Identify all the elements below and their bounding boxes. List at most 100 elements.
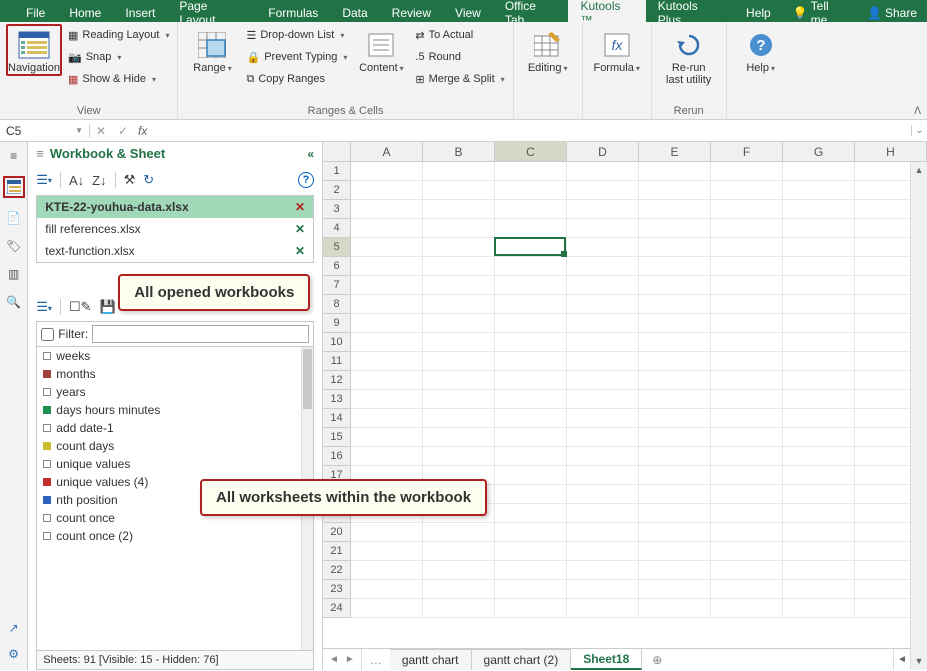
column-header[interactable]: B (423, 142, 495, 161)
tell-me-tab[interactable]: 💡Tell me (783, 0, 857, 22)
filter-input[interactable] (92, 325, 309, 343)
show-hide-button[interactable]: ▦Show & Hide (66, 68, 171, 90)
cell[interactable] (711, 390, 783, 409)
worksheet-item[interactable]: months (37, 365, 301, 383)
row-header[interactable]: 22 (323, 561, 351, 580)
menu-tab-kutools-[interactable]: Kutools ™ (568, 0, 645, 22)
cell[interactable] (783, 409, 855, 428)
cell[interactable] (567, 561, 639, 580)
workbook-item[interactable]: KTE-22-youhua-data.xlsx✕ (37, 196, 313, 218)
rail-burger-icon[interactable]: ≡ (5, 148, 23, 164)
cell[interactable] (567, 447, 639, 466)
cell[interactable] (351, 599, 423, 618)
cell[interactable] (639, 162, 711, 181)
cell[interactable] (567, 542, 639, 561)
worksheet-item[interactable]: years (37, 383, 301, 401)
cell[interactable] (711, 295, 783, 314)
cell[interactable] (783, 390, 855, 409)
cell[interactable] (351, 542, 423, 561)
cell[interactable] (711, 599, 783, 618)
cell[interactable] (567, 238, 639, 257)
cell[interactable] (495, 542, 567, 561)
row-header[interactable]: 2 (323, 181, 351, 200)
navigation-button[interactable]: Navigation (6, 24, 62, 76)
cell[interactable] (783, 295, 855, 314)
sheet-overflow-dots[interactable]: … (362, 649, 390, 670)
cell[interactable] (567, 466, 639, 485)
row-header[interactable]: 14 (323, 409, 351, 428)
cell[interactable] (711, 238, 783, 257)
ws-save-button[interactable]: 💾 (99, 299, 115, 315)
formula-bar-expand[interactable]: ⌄ (911, 125, 927, 136)
cell[interactable] (567, 181, 639, 200)
row-header[interactable]: 13 (323, 390, 351, 409)
cell[interactable] (423, 371, 495, 390)
cell[interactable] (495, 523, 567, 542)
cell[interactable] (711, 485, 783, 504)
sheet-nav-next[interactable]: ► (345, 654, 355, 665)
cell[interactable] (423, 238, 495, 257)
cell[interactable] (639, 428, 711, 447)
column-header[interactable]: A (351, 142, 423, 161)
menu-tab-kutools-plus[interactable]: Kutools Plus (646, 0, 734, 22)
scroll-down-button[interactable]: ▼ (911, 653, 927, 670)
cell[interactable] (423, 352, 495, 371)
cell[interactable] (495, 580, 567, 599)
row-header[interactable]: 8 (323, 295, 351, 314)
menu-tab-view[interactable]: View (443, 0, 493, 22)
cell[interactable] (567, 599, 639, 618)
cell[interactable] (423, 276, 495, 295)
cell[interactable] (711, 219, 783, 238)
cell[interactable] (639, 219, 711, 238)
row-header[interactable]: 21 (323, 542, 351, 561)
refresh-button[interactable]: ↻ (143, 172, 154, 188)
cell[interactable] (351, 200, 423, 219)
add-sheet-button[interactable]: ⊕ (642, 649, 672, 670)
select-all-triangle[interactable] (323, 142, 351, 161)
cell[interactable] (495, 352, 567, 371)
cell[interactable] (567, 200, 639, 219)
cell[interactable] (783, 542, 855, 561)
row-header[interactable]: 4 (323, 219, 351, 238)
row-header[interactable]: 5 (323, 238, 351, 257)
cell[interactable] (495, 333, 567, 352)
cell[interactable] (495, 409, 567, 428)
cell[interactable] (423, 219, 495, 238)
rail-popout-icon[interactable]: ↗ (5, 620, 23, 636)
cell[interactable] (711, 428, 783, 447)
cell[interactable] (639, 257, 711, 276)
cell[interactable] (567, 409, 639, 428)
row-header[interactable]: 15 (323, 428, 351, 447)
cell[interactable] (711, 409, 783, 428)
formula-input[interactable] (151, 120, 911, 141)
cell[interactable] (639, 447, 711, 466)
cell[interactable] (783, 447, 855, 466)
row-header[interactable]: 7 (323, 276, 351, 295)
copy-ranges-button[interactable]: ⧉Copy Ranges (244, 68, 349, 90)
menu-tab-help[interactable]: Help (734, 0, 783, 22)
cell[interactable] (783, 200, 855, 219)
cell[interactable] (639, 276, 711, 295)
cell[interactable] (351, 181, 423, 200)
column-header[interactable]: H (855, 142, 927, 161)
cell[interactable] (567, 371, 639, 390)
worksheet-item[interactable]: unique values (37, 455, 301, 473)
cell[interactable] (567, 257, 639, 276)
cell[interactable] (711, 580, 783, 599)
ws-new-button[interactable]: ☐✎ (69, 299, 92, 315)
menu-tab-data[interactable]: Data (330, 0, 379, 22)
sheet-tab[interactable]: gantt chart (2) (472, 649, 572, 670)
confirm-formula-button[interactable]: ✓ (112, 124, 134, 138)
cell[interactable] (783, 428, 855, 447)
cell[interactable] (783, 371, 855, 390)
cell[interactable] (423, 580, 495, 599)
grid-body[interactable]: 123456789101112131415161718192021222324 (323, 162, 927, 648)
cell[interactable] (351, 238, 423, 257)
cell[interactable] (711, 466, 783, 485)
cell[interactable] (711, 523, 783, 542)
cell[interactable] (783, 599, 855, 618)
cell[interactable] (423, 409, 495, 428)
close-icon[interactable]: ✕ (295, 244, 305, 258)
cell[interactable] (423, 257, 495, 276)
column-header[interactable]: E (639, 142, 711, 161)
